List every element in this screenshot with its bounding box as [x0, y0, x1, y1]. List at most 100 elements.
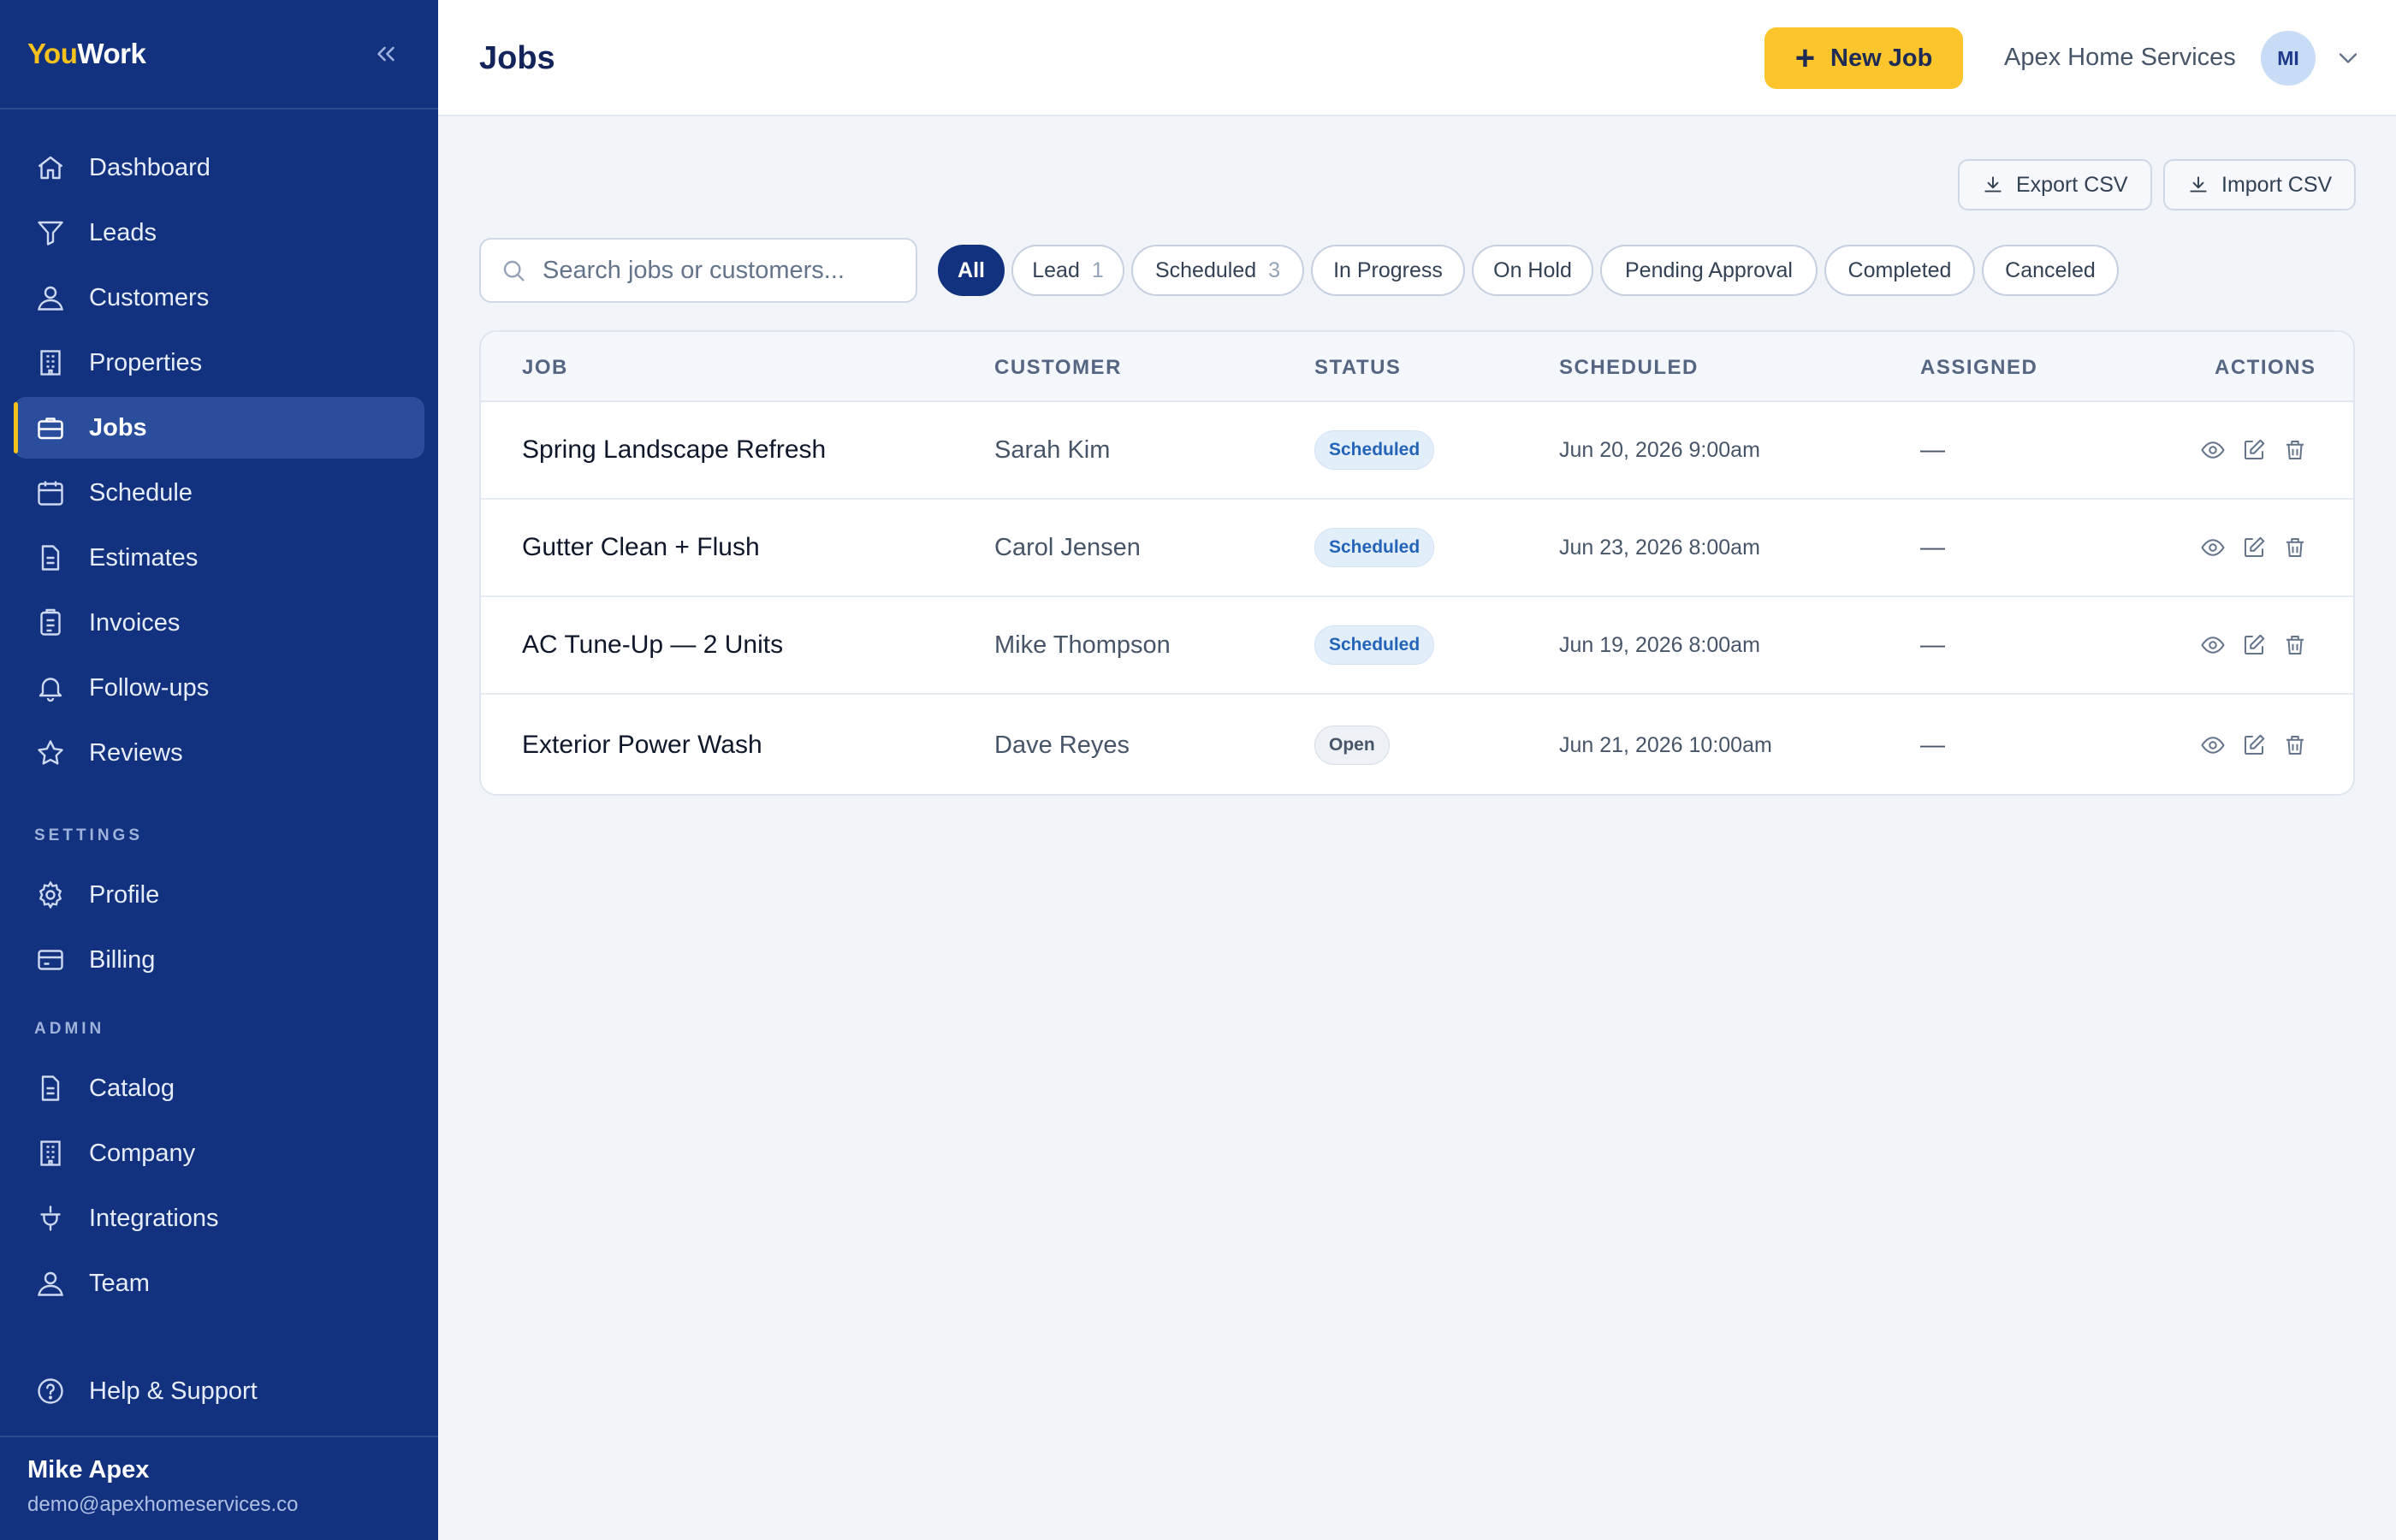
eye-icon[interactable] — [2199, 436, 2227, 464]
table-row[interactable]: Gutter Clean + Flush Carol Jensen Schedu… — [481, 500, 2353, 597]
sidebar-item-label: Team — [89, 1269, 150, 1297]
new-job-button[interactable]: + New Job — [1764, 27, 1963, 89]
document-icon — [34, 1072, 67, 1105]
sidebar-item-customers[interactable]: Customers — [14, 267, 424, 329]
assigned-value: — — [1920, 435, 1945, 464]
download-icon — [1984, 176, 2002, 192]
sidebar-item-help-support[interactable]: Help & Support — [14, 1360, 424, 1422]
sidebar-item-company[interactable]: Company — [14, 1122, 424, 1184]
column-header-job[interactable]: JOB — [522, 356, 568, 380]
filter-chip-canceled[interactable]: Canceled — [1982, 245, 2119, 296]
sidebar-item-label: Reviews — [89, 738, 183, 767]
assigned-value: — — [1920, 631, 1945, 659]
settings-section-label: SETTINGS — [34, 826, 144, 844]
sidebar-item-estimates[interactable]: Estimates — [14, 527, 424, 589]
assigned-value: — — [1920, 731, 1945, 759]
user-name: Mike Apex — [27, 1456, 150, 1484]
sidebar-item-follow-ups[interactable]: Follow-ups — [14, 657, 424, 719]
job-name[interactable]: AC Tune-Up — 2 Units — [522, 631, 783, 660]
sidebar-item-leads[interactable]: Leads — [14, 202, 424, 264]
table-row[interactable]: AC Tune-Up — 2 Units Mike Thompson Sched… — [481, 597, 2353, 695]
trash-icon[interactable] — [2281, 631, 2309, 659]
sidebar-item-label: Company — [89, 1139, 196, 1167]
filter-chip-on-hold[interactable]: On Hold — [1472, 245, 1593, 296]
eye-icon[interactable] — [2199, 534, 2227, 561]
sidebar-item-label: Jobs — [89, 413, 147, 441]
status-badge: Scheduled — [1314, 625, 1435, 665]
trash-icon[interactable] — [2281, 436, 2309, 464]
sidebar: YouWork Dashboard Leads Customers Proper… — [0, 0, 438, 1540]
customer-name: Sarah Kim — [994, 435, 1111, 464]
job-name[interactable]: Exterior Power Wash — [522, 731, 762, 760]
sidebar-item-catalog[interactable]: Catalog — [14, 1057, 424, 1119]
sidebar-item-dashboard[interactable]: Dashboard — [14, 137, 424, 198]
clipboard-icon — [34, 607, 67, 639]
sidebar-item-label: Help & Support — [89, 1377, 258, 1405]
credit-card-icon — [34, 944, 67, 976]
sidebar-item-label: Billing — [89, 945, 156, 974]
sidebar-item-jobs[interactable]: Jobs — [14, 397, 424, 459]
column-header-status[interactable]: STATUS — [1314, 356, 1401, 380]
sidebar-item-label: Follow-ups — [89, 673, 210, 702]
sidebar-item-team[interactable]: Team — [14, 1253, 424, 1314]
current-user[interactable]: Mike Apex demo@apexhomeservices.co — [27, 1456, 299, 1517]
filter-chip-scheduled[interactable]: Scheduled 3 — [1131, 245, 1304, 296]
sidebar-item-label: Schedule — [89, 478, 193, 506]
scheduled-date: Jun 19, 2026 8:00am — [1559, 632, 1760, 657]
search-box — [479, 238, 917, 303]
table-header: JOB CUSTOMER STATUS SCHEDULED ASSIGNED A… — [481, 332, 2353, 402]
plus-icon: + — [1794, 39, 1816, 77]
status-badge: Scheduled — [1314, 430, 1435, 470]
sidebar-item-integrations[interactable]: Integrations — [14, 1188, 424, 1249]
sidebar-item-label: Estimates — [89, 543, 199, 572]
edit-icon[interactable] — [2240, 732, 2268, 759]
avatar[interactable]: MI — [2261, 31, 2316, 86]
home-icon — [34, 151, 67, 184]
edit-icon[interactable] — [2240, 436, 2268, 464]
sidebar-divider — [0, 108, 438, 110]
status-badge: Open — [1314, 726, 1390, 765]
sidebar-item-schedule[interactable]: Schedule — [14, 462, 424, 524]
filter-chip-lead[interactable]: Lead 1 — [1011, 245, 1124, 296]
chevron-down-icon[interactable] — [2333, 43, 2363, 74]
column-header-customer[interactable]: CUSTOMER — [994, 356, 1122, 380]
plug-icon — [34, 1202, 67, 1235]
export-csv-button[interactable]: Export CSV — [1958, 159, 2152, 210]
job-name[interactable]: Gutter Clean + Flush — [522, 533, 760, 562]
job-name[interactable]: Spring Landscape Refresh — [522, 435, 826, 465]
export-csv-label: Export CSV — [2016, 172, 2128, 197]
search-input[interactable] — [543, 256, 902, 285]
assigned-value: — — [1920, 533, 1945, 561]
column-header-assigned[interactable]: ASSIGNED — [1920, 356, 2037, 380]
eye-icon[interactable] — [2199, 732, 2227, 759]
filter-chip-in-progress[interactable]: In Progress — [1311, 245, 1465, 296]
bell-icon — [34, 672, 67, 704]
filter-chip-completed[interactable]: Completed — [1824, 245, 1975, 296]
trash-icon[interactable] — [2281, 534, 2309, 561]
sidebar-item-invoices[interactable]: Invoices — [14, 592, 424, 654]
import-csv-button[interactable]: Import CSV — [2163, 159, 2357, 210]
star-icon — [34, 737, 67, 769]
trash-icon[interactable] — [2281, 732, 2309, 759]
eye-icon[interactable] — [2199, 631, 2227, 659]
filter-chip-all[interactable]: All — [938, 245, 1005, 296]
sidebar-item-properties[interactable]: Properties — [14, 332, 424, 394]
briefcase-icon — [34, 412, 67, 444]
sidebar-item-label: Properties — [89, 348, 203, 376]
edit-icon[interactable] — [2240, 534, 2268, 561]
status-badge: Scheduled — [1314, 528, 1435, 567]
collapse-sidebar-button[interactable] — [366, 34, 406, 74]
admin-section-label: ADMIN — [34, 1020, 105, 1038]
sidebar-item-reviews[interactable]: Reviews — [14, 722, 424, 784]
sidebar-item-billing[interactable]: Billing — [14, 929, 424, 991]
column-header-actions: ACTIONS — [2215, 356, 2316, 379]
table-row[interactable]: Spring Landscape Refresh Sarah Kim Sched… — [481, 402, 2353, 500]
table-row[interactable]: Exterior Power Wash Dave Reyes Open Jun … — [481, 695, 2353, 794]
column-header-scheduled[interactable]: SCHEDULED — [1559, 356, 1699, 380]
edit-icon[interactable] — [2240, 631, 2268, 659]
company-name[interactable]: Apex Home Services — [2004, 39, 2236, 75]
filter-chip-pending-approval[interactable]: Pending Approval — [1600, 245, 1818, 296]
customer-name: Carol Jensen — [994, 533, 1141, 561]
brand-logo[interactable]: YouWork — [27, 34, 146, 74]
sidebar-item-profile[interactable]: Profile — [14, 864, 424, 926]
